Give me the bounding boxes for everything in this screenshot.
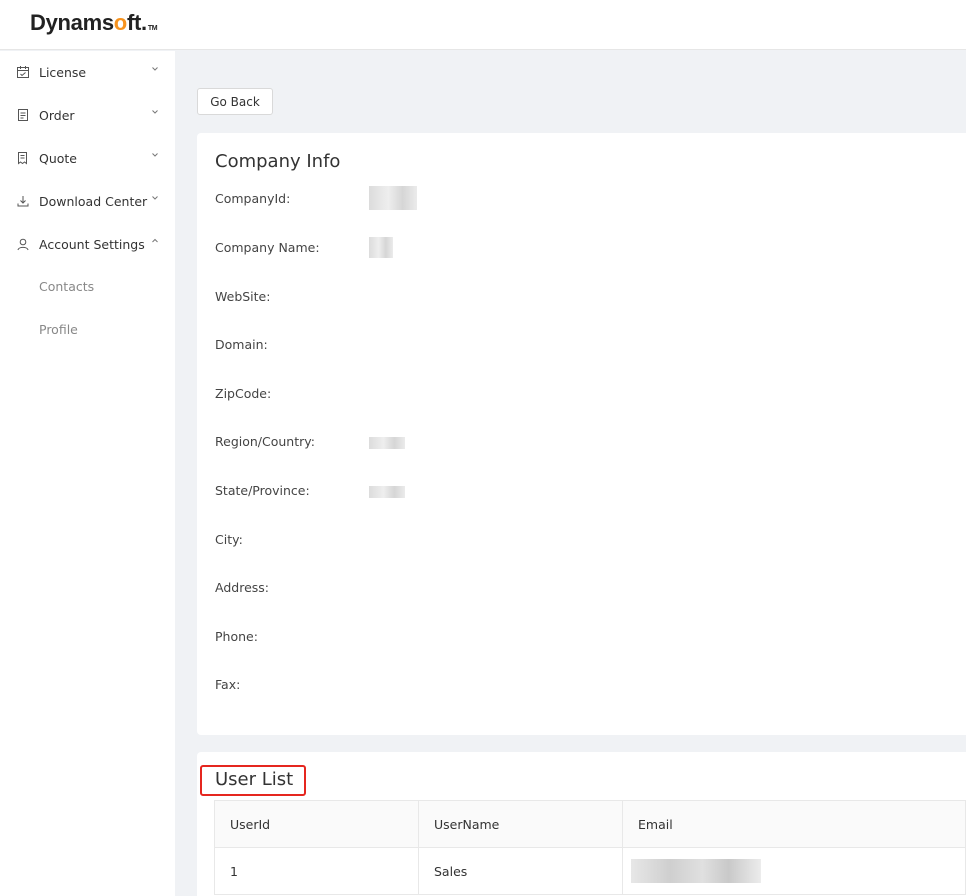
company-name-value-redacted [369,237,393,258]
go-back-button[interactable]: Go Back [197,88,273,115]
field-label-company-name: Company Name: [215,240,320,255]
sidebar-item-download-center[interactable]: Download Center [0,186,175,216]
field-label-address: Address: [215,580,269,595]
table-row[interactable]: 1 Sales [214,847,966,895]
sidebar-item-label: License [39,64,87,80]
sidebar-item-label: Download Center [39,193,148,209]
email-value-redacted [631,859,761,883]
user-list-title: User List [215,769,294,790]
company-info-title: Company Info [215,151,341,172]
field-label-domain: Domain: [215,337,268,352]
state-province-value-redacted [369,486,405,498]
sidebar: License Order Quote Download Center Acco… [0,51,175,896]
chevron-down-icon [152,67,158,71]
sidebar-subitem-contacts[interactable]: Contacts [39,279,94,294]
chevron-up-icon [152,238,158,243]
download-icon [17,196,29,207]
column-header-userid: UserId [214,800,419,848]
region-country-value-redacted [369,437,405,449]
user-icon [17,238,29,251]
field-label-fax: Fax: [215,677,241,692]
dynamsoft-logo[interactable]: Dynamsoft.TM [30,10,158,36]
logo-trademark: TM [147,25,158,32]
document-icon [18,109,28,121]
field-label-region-country: Region/Country: [215,434,315,449]
sidebar-item-license[interactable]: License [0,57,175,87]
logo-text-suffix: ft. [126,10,147,35]
cell-username: Sales [418,847,623,895]
user-list-card: User List UserId UserName Email 1 Sales [197,752,966,896]
field-label-city: City: [215,532,243,547]
cell-userid: 1 [214,847,419,895]
table-header-row: UserId UserName Email [214,800,966,848]
logo-text-prefix: Dynams [30,10,114,35]
sidebar-subitem-profile[interactable]: Profile [39,322,78,337]
field-label-website: WebSite: [215,289,271,304]
field-label-companyid: CompanyId: [215,191,291,206]
sidebar-item-quote[interactable]: Quote [0,143,175,173]
sidebar-item-account-settings[interactable]: Account Settings [0,229,175,259]
top-bar: Dynamsoft.TM [0,0,966,50]
chevron-down-icon [152,153,158,157]
field-label-zipcode: ZipCode: [215,386,272,401]
cell-email [622,847,966,895]
calendar-icon [17,66,29,78]
sidebar-item-label: Order [39,107,75,123]
companyid-value-redacted [369,186,417,210]
column-header-username: UserName [418,800,623,848]
logo-text-accent: o [113,10,127,35]
chevron-down-icon [152,196,158,200]
sidebar-item-order[interactable]: Order [0,100,175,130]
sidebar-item-label: Account Settings [39,236,145,252]
receipt-icon [18,152,27,165]
sidebar-item-label: Quote [39,150,78,166]
company-info-card: Company Info CompanyId: Company Name: We… [197,133,966,735]
column-header-email: Email [622,800,966,848]
user-table: UserId UserName Email 1 Sales [214,800,966,895]
main-content: Go Back Company Info CompanyId: Company … [175,51,966,896]
field-label-phone: Phone: [215,629,258,644]
chevron-down-icon [152,110,158,114]
field-label-state-province: State/Province: [215,483,310,498]
